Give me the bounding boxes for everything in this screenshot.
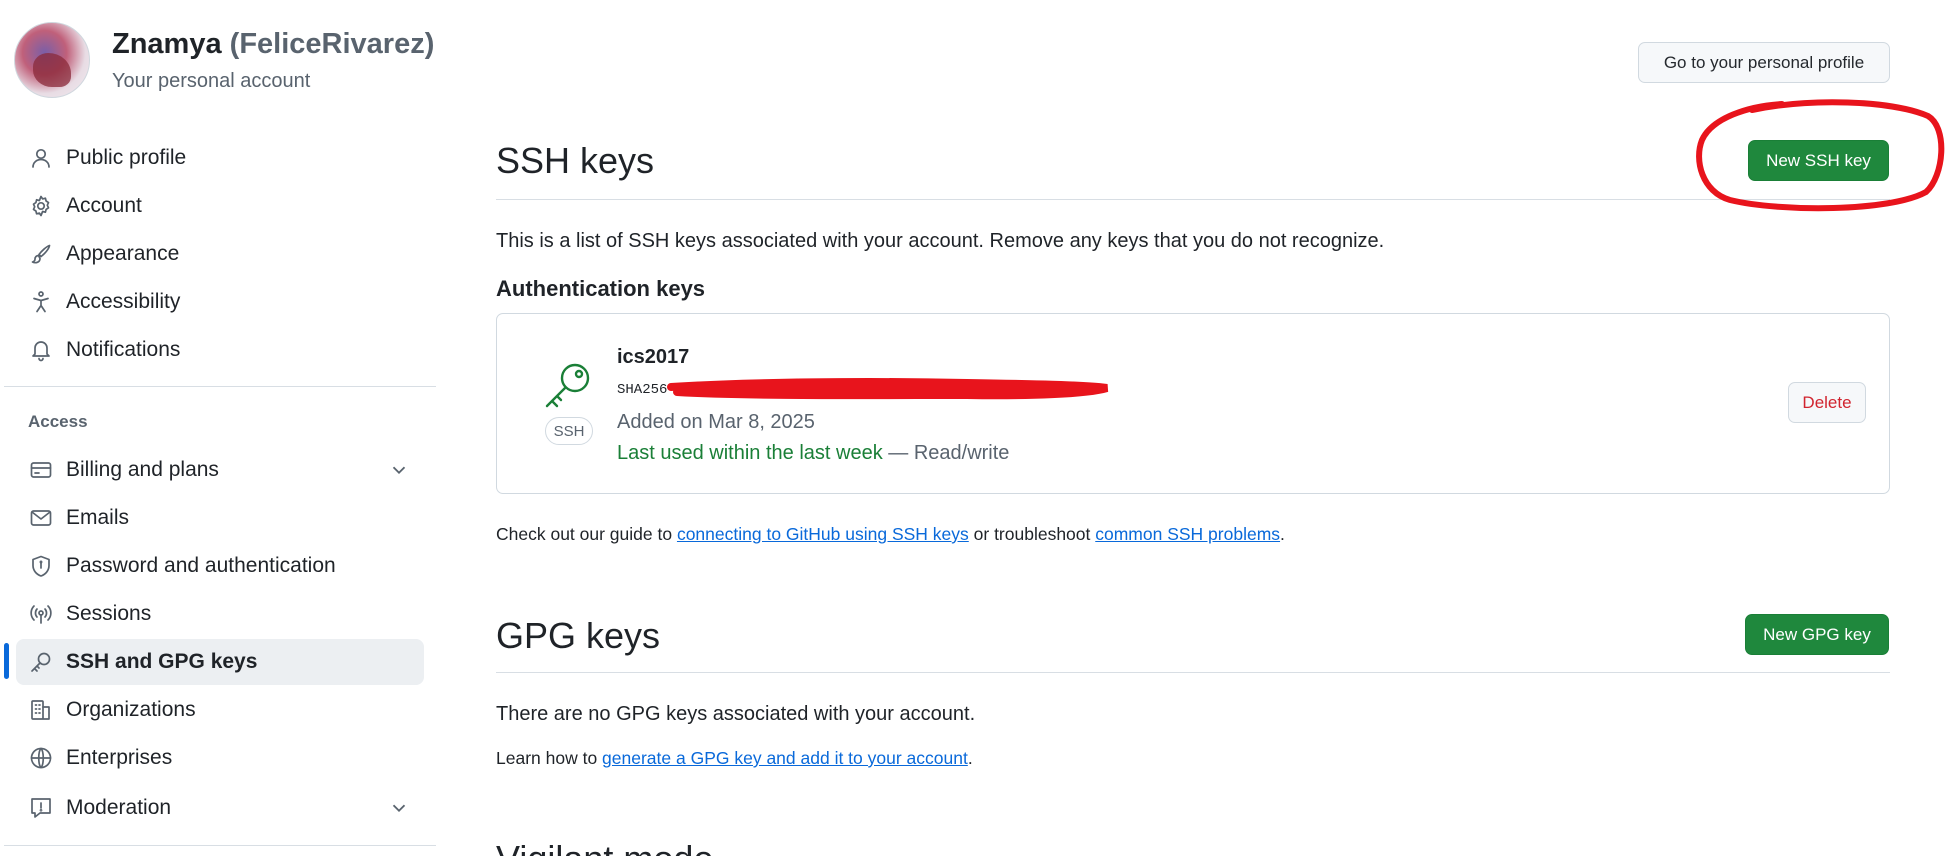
annotation-circle bbox=[1696, 99, 1945, 212]
sidebar-item-accessibility[interactable]: Accessibility bbox=[16, 279, 424, 325]
chevron-down-icon[interactable] bbox=[388, 459, 410, 481]
sidebar-item-label: Public profile bbox=[66, 146, 187, 169]
credit-card-icon bbox=[28, 457, 54, 483]
sidebar-item-ssh-gpg-keys[interactable]: SSH and GPG keys bbox=[16, 639, 424, 685]
key-added-date: Added on Mar 8, 2025 bbox=[617, 411, 815, 433]
sidebar-item-label: Notifications bbox=[66, 338, 181, 361]
ssh-badge: SSH bbox=[545, 417, 593, 445]
key-last-used: Last used within the last week — Read/wr… bbox=[617, 442, 1009, 465]
sidebar-item-label: Sessions bbox=[66, 602, 152, 625]
account-name: Znamya (FeliceRivarez) bbox=[112, 28, 434, 61]
active-indicator bbox=[4, 643, 9, 679]
ssh-keys-heading: SSH keys bbox=[496, 140, 655, 181]
shield-icon bbox=[28, 553, 54, 579]
guide-prefix: Check out our guide to bbox=[496, 524, 677, 544]
gpg-empty-text: There are no GPG keys associated with yo… bbox=[496, 703, 976, 725]
account-display-name: Znamya bbox=[112, 28, 222, 60]
key-fingerprint: SHA256 bbox=[617, 382, 668, 398]
sidebar-item-label: Appearance bbox=[66, 242, 180, 265]
guide-suffix: . bbox=[1280, 524, 1285, 544]
ssh-guide-text: Check out our guide to connecting to Git… bbox=[496, 524, 1285, 545]
chevron-down-icon[interactable] bbox=[388, 797, 410, 819]
key-name: ics2017 bbox=[617, 346, 690, 368]
guide-link-troubleshoot[interactable]: common SSH problems bbox=[1095, 524, 1280, 544]
authentication-keys-heading: Authentication keys bbox=[496, 276, 706, 301]
guide-middle: or troubleshoot bbox=[968, 524, 1096, 544]
sidebar-item-label: Emails bbox=[66, 506, 130, 529]
sidebar-item-label: Organizations bbox=[66, 698, 196, 721]
globe-icon bbox=[28, 745, 54, 771]
section-divider bbox=[496, 199, 1890, 200]
sidebar-item-label: Account bbox=[66, 194, 142, 217]
sidebar-item-enterprises[interactable]: Enterprises bbox=[16, 735, 424, 781]
learn-prefix: Learn how to bbox=[496, 748, 603, 768]
gear-icon bbox=[28, 193, 54, 219]
new-gpg-key-button[interactable]: New GPG key bbox=[1745, 614, 1889, 655]
sidebar-item-account[interactable]: Account bbox=[16, 183, 424, 229]
sidebar-item-label: Enterprises bbox=[66, 746, 173, 769]
report-icon bbox=[28, 795, 54, 821]
sidebar-item-label: Billing and plans bbox=[66, 458, 219, 481]
sidebar-item-moderation[interactable]: Moderation bbox=[16, 785, 424, 831]
key-icon bbox=[541, 358, 597, 414]
sidebar-item-label: Accessibility bbox=[66, 290, 181, 313]
ssh-description: This is a list of SSH keys associated wi… bbox=[496, 230, 1385, 252]
learn-link-generate-gpg[interactable]: generate a GPG key and add it to your ac… bbox=[602, 748, 968, 768]
paintbrush-icon bbox=[28, 241, 54, 267]
sidebar-item-notifications[interactable]: Notifications bbox=[16, 327, 424, 373]
gpg-keys-heading: GPG keys bbox=[496, 615, 661, 656]
sidebar-item-password-auth[interactable]: Password and authentication bbox=[16, 543, 424, 589]
avatar bbox=[14, 22, 90, 98]
go-to-profile-button[interactable]: Go to your personal profile bbox=[1638, 42, 1890, 83]
key-icon bbox=[28, 649, 54, 675]
sidebar-divider bbox=[4, 386, 436, 387]
sidebar-item-label: Moderation bbox=[66, 796, 172, 819]
sidebar-item-label: Password and authentication bbox=[66, 554, 336, 577]
organization-icon bbox=[28, 697, 54, 723]
account-login: (FeliceRivarez) bbox=[229, 28, 435, 60]
sidebar-divider bbox=[4, 845, 436, 846]
sidebar-item-emails[interactable]: Emails bbox=[16, 495, 424, 541]
vigilant-mode-heading: Vigilant mode bbox=[496, 838, 713, 856]
guide-link-connecting[interactable]: connecting to GitHub using SSH keys bbox=[677, 524, 969, 544]
ssh-key-card: SSH ics2017 SHA256 Added on Mar 8, 2025 … bbox=[496, 313, 1890, 494]
gpg-learn-text: Learn how to generate a GPG key and add … bbox=[496, 748, 973, 769]
accessibility-icon bbox=[28, 289, 54, 315]
mail-icon bbox=[28, 505, 54, 531]
bell-icon bbox=[28, 337, 54, 363]
account-subtitle: Your personal account bbox=[112, 70, 311, 92]
person-icon bbox=[28, 145, 54, 171]
broadcast-icon bbox=[28, 601, 54, 627]
sidebar-item-public-profile[interactable]: Public profile bbox=[16, 135, 424, 181]
key-last-used-text: Last used within the last week bbox=[617, 442, 883, 464]
sidebar-item-billing[interactable]: Billing and plans bbox=[16, 447, 424, 493]
sidebar-item-appearance[interactable]: Appearance bbox=[16, 231, 424, 277]
key-access-level: — Read/write bbox=[888, 442, 1010, 464]
delete-key-button[interactable]: Delete bbox=[1788, 382, 1866, 423]
sidebar-item-label: SSH and GPG keys bbox=[66, 650, 258, 673]
sidebar-item-sessions[interactable]: Sessions bbox=[16, 591, 424, 637]
learn-suffix: . bbox=[967, 748, 973, 768]
sidebar-item-organizations[interactable]: Organizations bbox=[16, 687, 424, 733]
section-divider bbox=[496, 672, 1890, 673]
sidebar-heading-access: Access bbox=[28, 412, 88, 431]
redaction-scribble bbox=[667, 378, 1109, 400]
